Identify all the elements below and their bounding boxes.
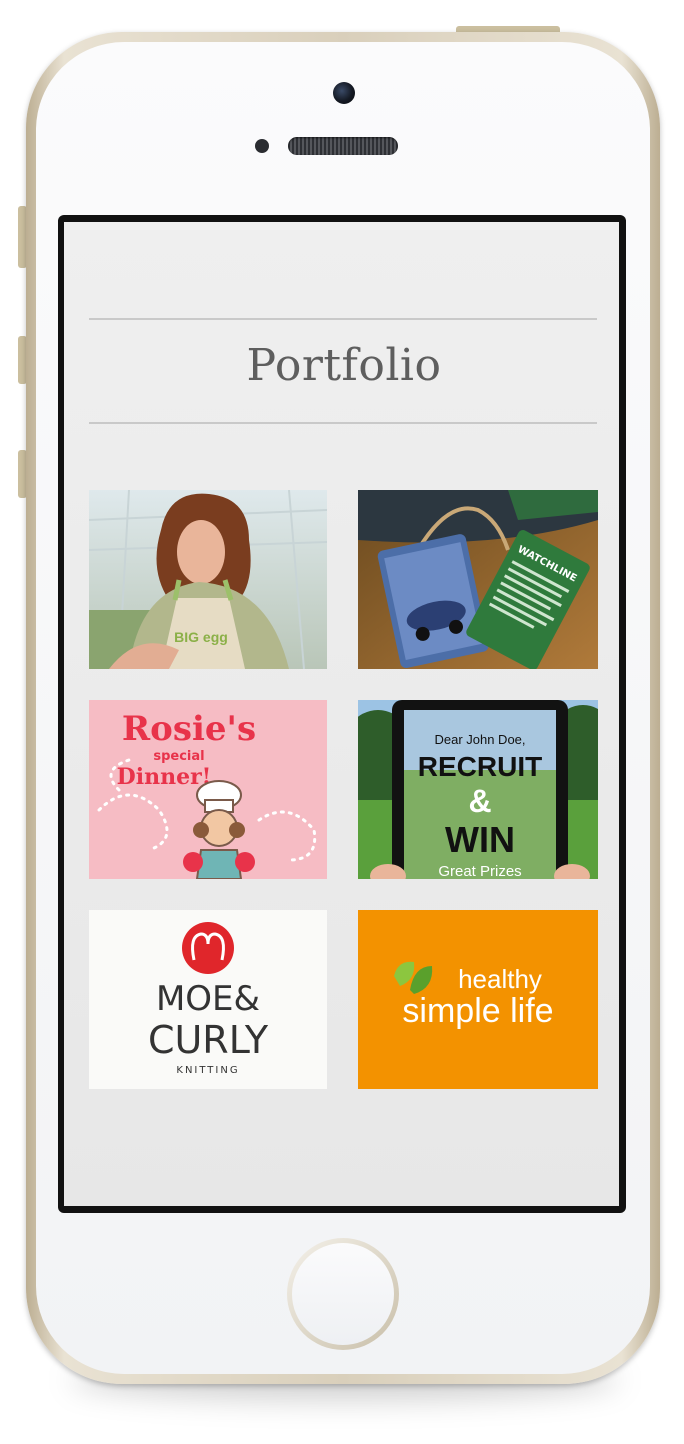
recruit-greeting: Dear John Doe, (434, 732, 525, 747)
front-camera (333, 82, 355, 104)
moe-text: MOE& (156, 979, 260, 1019)
healthy-text: healthy (458, 964, 542, 994)
portfolio-item-healthy-simple-life[interactable]: healthy simple life (358, 910, 598, 1089)
portfolio-item-big-egg[interactable]: BIG egg (89, 490, 327, 669)
home-button-face (292, 1243, 394, 1345)
earpiece-speaker (288, 137, 398, 155)
title-divider-bottom (89, 422, 597, 424)
portfolio-item-moe-curly[interactable]: MOE& CURLY KNITTING (89, 910, 327, 1089)
recruit-headline: RECRUIT (418, 751, 542, 782)
rosies-dinner: Dinner! (117, 764, 212, 790)
portfolio-item-recruit-win[interactable]: Dear John Doe, RECRUIT & WIN Great Prize… (358, 700, 598, 879)
portfolio-page: Portfolio BIG egg WATCHLINE Rosie's spec… (64, 222, 619, 1206)
recruit-win: WIN (445, 819, 515, 860)
curly-text: CURLY (148, 1018, 269, 1062)
rosies-title: Rosie's (122, 709, 256, 749)
portfolio-item-watchline[interactable]: WATCHLINE (358, 490, 598, 669)
recruit-ampersand: & (468, 783, 491, 819)
recruit-prizes: Great Prizes (438, 863, 521, 879)
title-divider-top (89, 318, 597, 320)
rosies-special: special (153, 749, 204, 764)
phone-screen: Portfolio BIG egg WATCHLINE Rosie's spec… (58, 215, 626, 1213)
portfolio-item-rosies[interactable]: Rosie's special Dinner! (89, 700, 327, 879)
knitting-text: KNITTING (176, 1065, 239, 1076)
big-egg-logo: BIG egg (174, 629, 228, 645)
proximity-sensor (255, 139, 269, 153)
home-button[interactable] (287, 1238, 399, 1350)
simple-life-text: simple life (402, 992, 553, 1030)
page-title: Portfolio (246, 340, 442, 391)
